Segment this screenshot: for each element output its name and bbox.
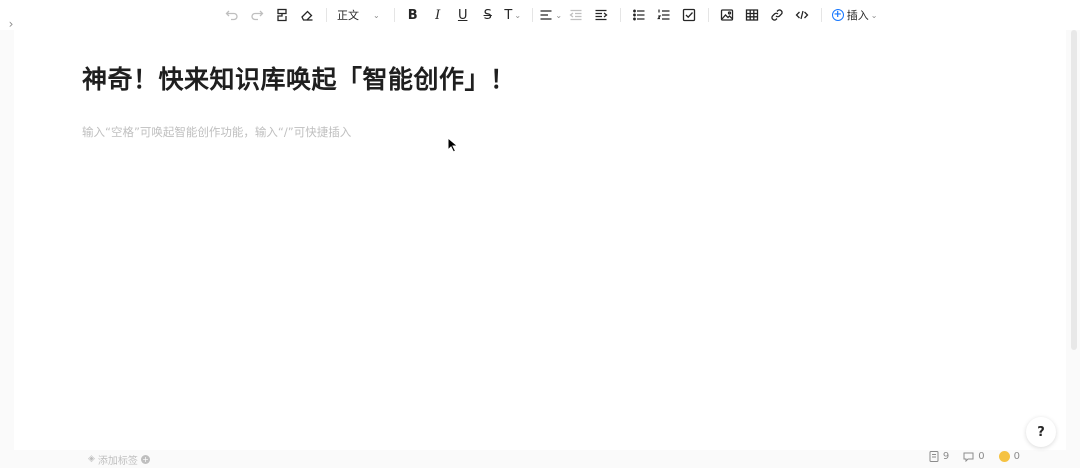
document-title[interactable]: 神奇！快来知识库唤起「智能创作」！ [82, 60, 516, 96]
body-placeholder[interactable]: 输入“空格”可唤起智能创作功能，输入“/”可快捷插入 [82, 124, 351, 140]
paragraph-style-select[interactable]: 正文 ⌄ [333, 3, 384, 27]
plus-circle-icon: + [831, 9, 844, 21]
toolbar-divider [393, 8, 395, 22]
editor-page[interactable]: 神奇！快来知识库唤起「智能创作」！ 输入“空格”可唤起智能创作功能，输入“/”可… [14, 30, 1066, 450]
link-icon[interactable] [765, 3, 789, 27]
scrollbar-thumb[interactable] [1071, 30, 1077, 350]
bold-icon[interactable]: B [401, 3, 425, 27]
coin-icon [998, 451, 1010, 462]
chevron-down-icon: ⌄ [373, 10, 380, 20]
coin-count[interactable]: 0 [998, 451, 1020, 462]
outdent-icon[interactable] [564, 3, 588, 27]
plus-icon: + [140, 454, 150, 464]
toolbar-divider [707, 8, 709, 22]
document-stats: 9 0 0 [915, 451, 1020, 462]
table-icon[interactable] [740, 3, 764, 27]
ordered-list-icon[interactable] [652, 3, 676, 27]
document-icon [929, 451, 939, 462]
mouse-pointer-icon [447, 137, 459, 153]
chevron-down-icon: ⌄ [514, 10, 522, 20]
coin-count-value: 0 [1013, 451, 1020, 462]
status-bar: ◈ 添加标签 + 9 0 0 [0, 450, 1080, 468]
toolbar-divider [326, 8, 327, 22]
italic-icon[interactable]: I [426, 3, 450, 27]
code-icon[interactable] [790, 3, 814, 27]
insert-label: 插入 [846, 9, 869, 22]
paragraph-style-label: 正文 [337, 9, 359, 22]
eraser-icon[interactable] [295, 3, 319, 27]
editor-toolbar: 正文 ⌄ B I U S T ⌄ ⌄ + 插入 ⌄ [0, 0, 1080, 30]
toolbar-divider [531, 8, 533, 22]
chevron-down-icon: ⌄ [870, 10, 878, 20]
toolbar-divider [820, 8, 822, 22]
redo-icon[interactable] [245, 3, 269, 27]
tag-icon: ◈ [88, 454, 95, 464]
comment-icon [963, 452, 974, 462]
add-tag-label: 添加标签 [97, 455, 138, 467]
image-icon[interactable] [715, 3, 739, 27]
insert-button[interactable]: + 插入 ⌄ [828, 3, 882, 27]
word-count[interactable]: 9 [929, 451, 949, 462]
indent-icon[interactable] [589, 3, 613, 27]
strikethrough-icon[interactable]: S [476, 3, 500, 27]
toolbar-divider [619, 8, 621, 22]
editor-app: 正文 ⌄ B I U S T ⌄ ⌄ + 插入 ⌄ › 神奇！快来知识库唤起「智… [0, 0, 1080, 468]
help-label: ? [1037, 424, 1045, 440]
bullet-list-icon[interactable] [627, 3, 651, 27]
vertical-scrollbar[interactable] [1068, 30, 1080, 350]
word-count-value: 9 [942, 451, 950, 462]
font-size-icon[interactable]: T ⌄ [501, 3, 525, 27]
chevron-down-icon: ⌄ [555, 10, 563, 20]
underline-icon[interactable]: U [451, 3, 475, 27]
comment-count[interactable]: 0 [963, 451, 985, 462]
format-painter-icon[interactable] [270, 3, 294, 27]
undo-icon[interactable] [220, 3, 244, 27]
align-icon[interactable]: ⌄ [539, 3, 563, 27]
checklist-icon[interactable] [677, 3, 701, 27]
comment-count-value: 0 [978, 451, 985, 462]
add-tag-button[interactable]: ◈ 添加标签 + [88, 452, 150, 467]
help-button[interactable]: ? [1026, 417, 1056, 447]
